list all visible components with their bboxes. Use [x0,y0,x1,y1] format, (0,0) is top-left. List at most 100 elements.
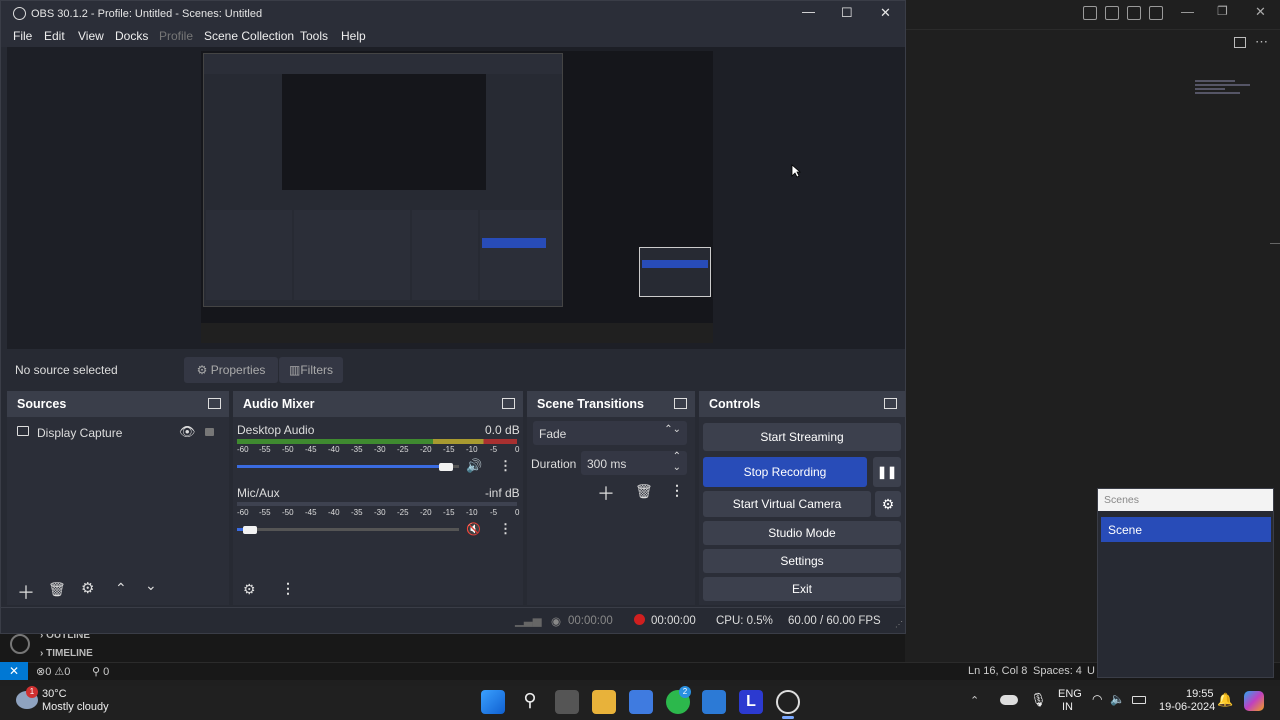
split-editor-icon[interactable] [1234,37,1246,48]
sidebar-icon[interactable] [1127,6,1141,20]
lock-icon[interactable] [205,428,214,436]
source-item[interactable]: Display Capture 👁 [11,423,225,443]
vscode-minimize-icon[interactable]: — [1181,4,1194,19]
volume-track-mic[interactable] [237,528,459,531]
visibility-eye-icon[interactable]: 👁 [179,424,196,440]
muted-speaker-icon[interactable]: 🔇 [466,522,481,536]
duration-input[interactable]: 300 ms ⌃ ⌄ [581,451,687,475]
exit-button[interactable]: Exit [703,577,901,601]
maximize-button[interactable]: ☐ [841,5,853,21]
task-view-icon[interactable] [555,690,579,714]
l-app-icon[interactable]: L [739,690,763,714]
duration-value: 300 ms [587,457,627,471]
language-region[interactable]: IN [1062,701,1073,713]
tick-label: -35 [351,445,363,454]
ports-indicator[interactable]: ⚲ 0 [92,665,109,678]
source-toolbar: No source selected ⚙ Properties ▥Filters [7,353,905,387]
scenes-title: Scenes [1098,489,1273,511]
transition-select[interactable]: Fade ⌃⌄ [533,421,687,445]
pause-recording-button[interactable]: ❚❚ [873,457,901,487]
menu-help[interactable]: Help [341,29,366,43]
volume-slider-mic[interactable] [243,526,257,534]
copilot-icon[interactable] [1244,691,1264,711]
customize-layout-icon[interactable] [1149,6,1163,20]
minimize-button[interactable]: — [802,4,815,19]
nested-preview [203,53,563,307]
store-icon[interactable] [629,690,653,714]
more-actions-icon[interactable]: ⋯ [1255,34,1268,50]
stop-recording-button[interactable]: Stop Recording [703,457,867,487]
clock-time[interactable]: 19:55 [1186,688,1214,700]
search-icon[interactable]: ⚲ [518,690,542,714]
onedrive-icon[interactable] [1000,695,1018,705]
add-source-icon[interactable]: ＋ [17,579,35,605]
menu-edit[interactable]: Edit [44,29,65,43]
scene-item[interactable]: Scene [1101,517,1271,542]
obs-taskbar-icon[interactable] [776,690,800,714]
wifi-icon[interactable]: ◠ [1092,692,1102,706]
remote-indicator[interactable]: ✕ [0,662,28,680]
start-streaming-button[interactable]: Start Streaming [703,423,901,451]
filters-button[interactable]: ▥Filters [279,357,343,383]
volume-slider-desktop[interactable] [439,463,453,471]
menu-view[interactable]: View [78,29,104,43]
vscode-maximize-icon[interactable]: ❐ [1217,4,1228,18]
transition-menu-icon[interactable]: ⋮ [670,482,684,499]
settings-button[interactable]: Settings [703,549,901,573]
vscode-close-icon[interactable]: ✕ [1255,4,1266,20]
undock-icon[interactable] [502,398,515,409]
layout-icon[interactable] [1083,6,1097,20]
menu-docks[interactable]: Docks [115,29,148,43]
battery-icon[interactable] [1132,696,1146,704]
menu-file[interactable]: File [13,29,32,43]
source-properties-icon[interactable]: ⚙ [81,579,94,597]
move-up-icon[interactable]: ⌃ [115,580,127,597]
manage-gear-icon[interactable] [10,634,30,654]
clock-date[interactable]: 19-06-2024 [1159,701,1215,713]
undock-icon[interactable] [208,398,221,409]
speaker-icon[interactable]: 🔊 [466,458,482,474]
notifications-icon[interactable]: 🔔 [1217,692,1233,708]
remove-source-icon[interactable]: 🗑 [48,581,66,598]
active-app-indicator [782,716,794,719]
undock-icon[interactable] [884,398,897,409]
spin-icon[interactable]: ⌃ ⌄ [673,451,681,473]
menu-scene-collection[interactable]: Scene Collection [204,29,294,43]
properties-button[interactable]: ⚙ Properties [184,357,278,383]
show-hidden-icons[interactable]: ⌃ [970,694,979,707]
start-windows-icon[interactable] [481,690,505,714]
menu-profile[interactable]: Profile [159,29,193,43]
channel-menu-icon[interactable]: ⋮ [499,521,512,537]
undock-icon[interactable] [674,398,687,409]
virtual-camera-settings-icon[interactable]: ⚙ [875,491,901,517]
tick-label: -20 [420,508,432,517]
tick-label: -30 [374,508,386,517]
mixer-menu-icon[interactable]: ⋮ [281,580,295,597]
encoding[interactable]: U [1087,665,1095,677]
cursor-position[interactable]: Ln 16, Col 8 [968,665,1027,677]
source-label: Display Capture [37,426,123,440]
indentation[interactable]: Spaces: 4 [1033,665,1082,677]
panel-icon[interactable] [1105,6,1119,20]
vscode-taskbar-icon[interactable] [702,690,726,714]
resize-grip-icon[interactable]: ⋰ [895,620,903,629]
volume-icon[interactable]: 🔈 [1110,692,1125,706]
remove-transition-icon[interactable]: 🗑 [635,483,653,500]
studio-mode-button[interactable]: Studio Mode [703,521,901,545]
advanced-audio-icon[interactable]: ⚙ [243,581,256,598]
file-explorer-icon[interactable] [592,690,616,714]
problems-indicator[interactable]: ⊗0 ⚠0 [36,665,70,678]
close-button[interactable]: ✕ [880,5,891,21]
menu-tools[interactable]: Tools [300,29,328,43]
add-transition-icon[interactable]: ＋ [597,480,615,506]
tick-label: -35 [351,508,363,517]
minimap[interactable] [1195,78,1255,98]
move-down-icon[interactable]: ⌄ [145,577,157,594]
tick-label: -15 [443,508,455,517]
microphone-icon[interactable]: 🎙 [1030,692,1047,708]
language-primary[interactable]: ENG [1058,688,1082,700]
channel-menu-icon[interactable]: ⋮ [499,458,512,474]
preview-canvas[interactable] [201,51,713,343]
start-virtual-camera-button[interactable]: Start Virtual Camera [703,491,871,517]
timeline-section[interactable]: › TIMELINE [40,648,93,659]
